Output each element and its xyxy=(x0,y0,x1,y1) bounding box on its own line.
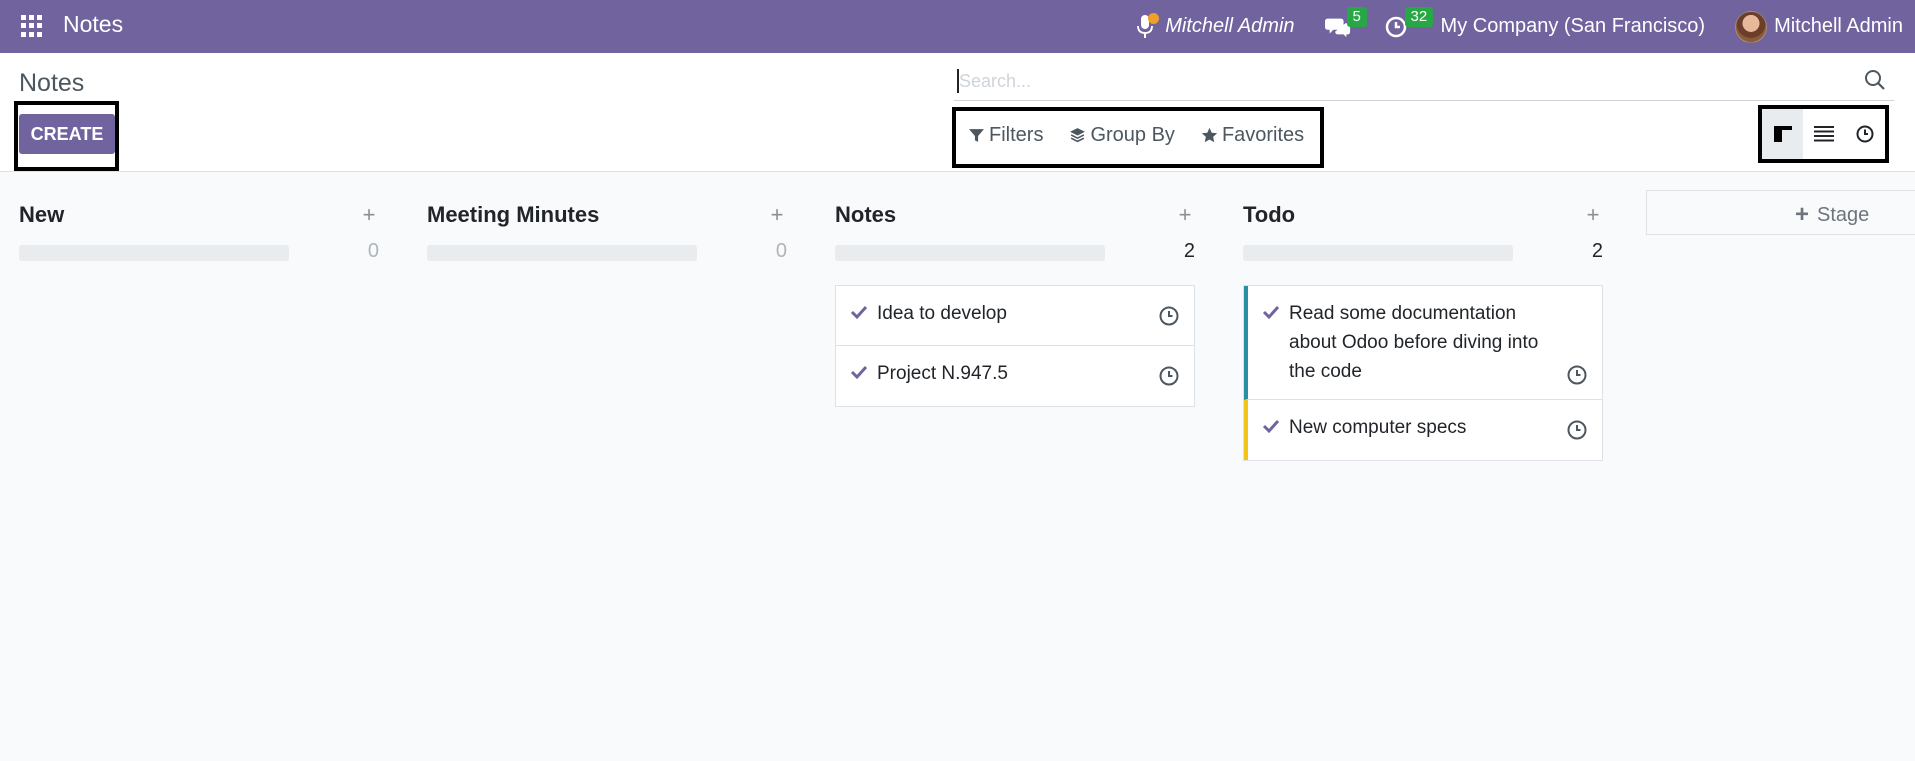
activity-clock-icon[interactable] xyxy=(1566,419,1588,441)
card-text: Project N.947.5 xyxy=(877,363,1008,384)
create-button[interactable]: CREATE xyxy=(19,114,115,154)
kanban-board: New + 0 Meeting Minutes + 0 Notes + 2 Id… xyxy=(0,172,1915,761)
quick-add-icon[interactable]: + xyxy=(1583,202,1603,228)
messages-count-badge: 5 xyxy=(1346,6,1367,27)
column-count: 2 xyxy=(1183,240,1195,262)
check-icon[interactable] xyxy=(1262,303,1280,321)
card-text: Read some documentation about Odoo befor… xyxy=(1289,303,1539,382)
user-name: Mitchell Admin xyxy=(1774,15,1903,37)
search-input[interactable] xyxy=(959,68,1839,94)
filters-button[interactable]: Filters xyxy=(968,124,1043,147)
filters-label: Filters xyxy=(989,124,1044,146)
column-title[interactable]: Todo xyxy=(1243,202,1295,228)
view-switcher xyxy=(1762,109,1885,159)
kanban-view-button[interactable] xyxy=(1762,109,1803,159)
check-icon[interactable] xyxy=(850,363,868,381)
messages-button[interactable]: 5 xyxy=(1324,6,1367,40)
quick-add-icon[interactable]: + xyxy=(1175,202,1195,228)
search-options: Filters Group By Favorites xyxy=(968,124,1330,147)
column-title[interactable]: Notes xyxy=(835,202,896,228)
column-header: New + xyxy=(19,202,379,232)
control-panel: Notes CREATE Filters Group By xyxy=(0,53,1915,172)
kanban-view-icon xyxy=(1773,126,1792,142)
kanban-card[interactable]: Idea to develop xyxy=(836,286,1194,346)
search-icon[interactable] xyxy=(1864,69,1886,91)
company-switcher[interactable]: My Company (San Francisco) xyxy=(1441,15,1706,38)
column-count: 0 xyxy=(775,240,787,262)
favorites-button[interactable]: Favorites xyxy=(1201,124,1304,147)
check-icon[interactable] xyxy=(850,303,868,321)
card-list: Idea to develop Project N.947.5 xyxy=(835,285,1195,407)
check-icon[interactable] xyxy=(1262,417,1280,435)
activities-count-badge: 32 xyxy=(1404,6,1434,27)
activity-clock-icon[interactable] xyxy=(1158,365,1180,387)
group-by-button[interactable]: Group By xyxy=(1069,124,1175,147)
avatar xyxy=(1735,10,1768,43)
add-stage-button[interactable]: + Stage xyxy=(1646,190,1915,235)
add-stage-label-wrap: + Stage xyxy=(1795,201,1869,229)
quick-add-icon[interactable]: + xyxy=(767,202,787,228)
activity-view-icon xyxy=(1856,125,1873,143)
search-bar xyxy=(954,61,1894,101)
activity-clock-icon[interactable] xyxy=(1566,364,1588,386)
column-count: 2 xyxy=(1591,240,1603,262)
column-title[interactable]: New xyxy=(19,202,64,228)
kanban-card[interactable]: Project N.947.5 xyxy=(836,346,1194,406)
card-list: Read some documentation about Odoo befor… xyxy=(1243,285,1603,461)
add-stage-label: Stage xyxy=(1817,203,1870,226)
star-icon xyxy=(1201,127,1218,143)
column-progress-bar xyxy=(427,245,697,261)
top-navbar: Notes Mitchell Admin 5 32 My Company (Sa… xyxy=(0,0,1915,53)
activity-view-button[interactable] xyxy=(1844,109,1885,159)
column-header: Todo + xyxy=(1243,202,1603,232)
column-progress-bar xyxy=(19,245,289,261)
activities-button[interactable]: 32 xyxy=(1383,6,1434,40)
filter-icon xyxy=(969,129,984,142)
favorites-label: Favorites xyxy=(1221,124,1305,146)
kanban-card[interactable]: Read some documentation about Odoo befor… xyxy=(1244,286,1602,400)
layers-icon xyxy=(1070,128,1086,143)
column-title[interactable]: Meeting Minutes xyxy=(427,202,599,228)
card-text: Idea to develop xyxy=(877,303,1007,324)
column-progress-bar xyxy=(835,245,1105,261)
recording-indicator xyxy=(1148,12,1160,24)
apps-menu-icon[interactable] xyxy=(21,15,43,37)
quick-add-icon[interactable]: + xyxy=(359,202,379,228)
list-view-icon xyxy=(1813,126,1834,142)
app-title[interactable]: Notes xyxy=(63,11,123,38)
column-count: 0 xyxy=(367,240,379,262)
voice-user-name[interactable]: Mitchell Admin xyxy=(1165,15,1294,38)
card-text: New computer specs xyxy=(1289,417,1467,438)
group-by-label: Group By xyxy=(1090,124,1175,146)
plus-icon: + xyxy=(1795,201,1810,228)
activity-clock-icon[interactable] xyxy=(1158,305,1180,327)
user-menu[interactable]: Mitchell Admin xyxy=(1735,10,1903,43)
kanban-card[interactable]: New computer specs xyxy=(1244,400,1602,460)
column-progress-bar xyxy=(1243,245,1513,261)
microphone-icon[interactable] xyxy=(1137,12,1160,39)
column-header: Meeting Minutes + xyxy=(427,202,787,232)
list-view-button[interactable] xyxy=(1803,109,1844,159)
page-title: Notes xyxy=(19,69,85,97)
column-header: Notes + xyxy=(835,202,1195,232)
